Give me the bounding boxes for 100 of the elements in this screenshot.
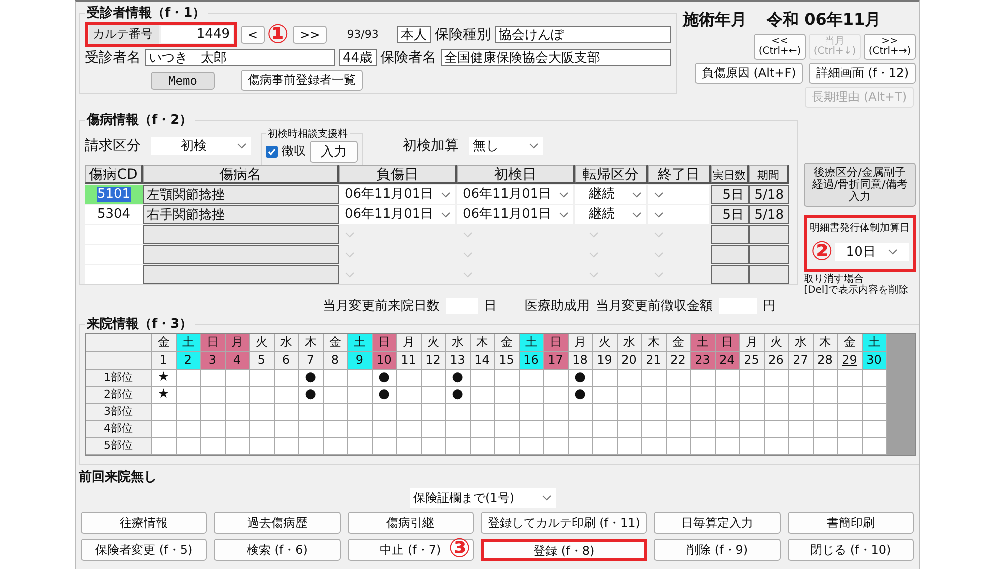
calendar-cell[interactable] [740,438,764,455]
calendar-cell[interactable] [642,421,666,438]
calendar-cell[interactable] [814,387,838,404]
calendar-cell[interactable] [691,387,716,404]
calendar-cell[interactable] [716,438,740,455]
calendar-cell[interactable] [397,404,422,421]
action-button[interactable]: 日毎算定入力 [654,512,781,534]
calendar-cell[interactable] [544,404,568,421]
calendar-cell[interactable] [348,438,372,455]
calendar-cell[interactable] [666,387,691,404]
calendar-cell[interactable] [274,438,299,455]
action-button[interactable]: 登録 (f・8) [480,539,648,561]
calendar-cell[interactable] [372,421,397,438]
calendar-cell[interactable] [593,421,618,438]
calendar-cell[interactable] [740,387,764,404]
calendar-cell[interactable] [226,387,250,404]
calendar-cell[interactable] [618,404,642,421]
day-dropdown[interactable]: 10日 [835,243,910,261]
calendar-cell[interactable] [495,421,520,438]
calendar-cell[interactable] [618,438,642,455]
calendar-cell[interactable] [176,370,201,387]
calendar-cell[interactable] [324,370,348,387]
calendar-cell[interactable] [838,438,862,455]
calendar-cell[interactable] [691,404,716,421]
calendar-cell[interactable] [176,421,201,438]
side-button[interactable]: 負傷原因 (Alt+F) [694,63,804,84]
calendar-cell[interactable] [250,370,274,387]
calendar-cell[interactable] [520,387,544,404]
calendar-cell[interactable]: ● [372,370,397,387]
calendar-cell[interactable] [422,404,446,421]
calendar-cell[interactable] [397,438,422,455]
calendar-cell[interactable] [789,421,814,438]
calendar-cell[interactable] [397,387,422,404]
calendar-cell[interactable]: ● [568,370,593,387]
calendar-cell[interactable] [764,421,789,438]
calendar-cell[interactable] [470,438,495,455]
input-button[interactable]: 入力 [310,140,358,162]
calendar-cell[interactable] [422,438,446,455]
calendar-cell[interactable]: ● [372,387,397,404]
calendar-cell[interactable] [274,370,299,387]
calendar-cell[interactable] [201,421,226,438]
calendar-cell[interactable] [814,438,838,455]
calendar-cell[interactable] [618,387,642,404]
calendar-cell[interactable] [642,370,666,387]
calendar-cell[interactable] [740,404,764,421]
table-cell[interactable] [85,245,143,264]
calendar-cell[interactable] [397,421,422,438]
calendar-cell[interactable] [544,370,568,387]
table-cell[interactable] [85,265,143,284]
action-button[interactable]: 往療情報 [81,512,208,534]
calendar-cell[interactable] [838,421,862,438]
calendar-cell[interactable] [324,438,348,455]
calendar-cell[interactable] [666,370,691,387]
calendar-cell[interactable] [470,421,495,438]
memo-button[interactable]: Memo [151,72,215,90]
calendar-cell[interactable] [814,421,838,438]
calendar-cell[interactable] [691,370,716,387]
calendar-cell[interactable] [250,438,274,455]
calendar-cell[interactable] [593,438,618,455]
action-button[interactable]: 書簡印刷 [788,512,914,534]
calendar-cell[interactable] [422,370,446,387]
calendar-cell[interactable] [691,438,716,455]
calendar-cell[interactable] [226,421,250,438]
calendar-cell[interactable] [470,387,495,404]
calendar-cell[interactable] [716,370,740,387]
table-cell[interactable]: 5304 [85,205,143,224]
calendar-cell[interactable] [176,404,201,421]
action-button[interactable]: 削除 (f・9) [654,539,781,561]
calendar-cell[interactable]: ● [568,387,593,404]
calendar-cell[interactable] [593,370,618,387]
calendar-cell[interactable] [838,370,862,387]
calendar-cell[interactable] [814,404,838,421]
calendar-cell[interactable] [201,370,226,387]
calendar-cell[interactable] [789,438,814,455]
chart-number-field[interactable]: 1449 [161,26,233,43]
calendar-cell[interactable]: ● [299,370,324,387]
calendar-cell[interactable] [470,404,495,421]
calendar-cell[interactable] [348,421,372,438]
calendar-cell[interactable] [716,404,740,421]
calendar-cell[interactable] [789,387,814,404]
calendar-cell[interactable] [814,370,838,387]
calendar-cell[interactable] [201,387,226,404]
calendar-cell[interactable] [495,404,520,421]
calendar-cell[interactable] [666,438,691,455]
calendar-cell[interactable] [520,404,544,421]
calendar-cell[interactable] [642,438,666,455]
calendar-cell[interactable] [838,404,862,421]
calendar-cell[interactable] [789,370,814,387]
calendar-cell[interactable] [176,438,201,455]
billing-dropdown[interactable]: 初検 [151,137,251,155]
next-button[interactable]: >> [293,26,328,44]
insurance-type-field[interactable]: 協会けんぽ [494,26,671,43]
calendar-cell[interactable] [348,370,372,387]
calendar-cell[interactable] [544,387,568,404]
calendar-cell[interactable] [470,370,495,387]
calendar-cell[interactable] [397,370,422,387]
checkbox[interactable] [266,146,278,158]
calendar-cell[interactable] [324,387,348,404]
action-button[interactable]: 傷病引継 [348,512,474,534]
month-nav-button[interactable]: << (Ctrl+←) [754,34,806,60]
